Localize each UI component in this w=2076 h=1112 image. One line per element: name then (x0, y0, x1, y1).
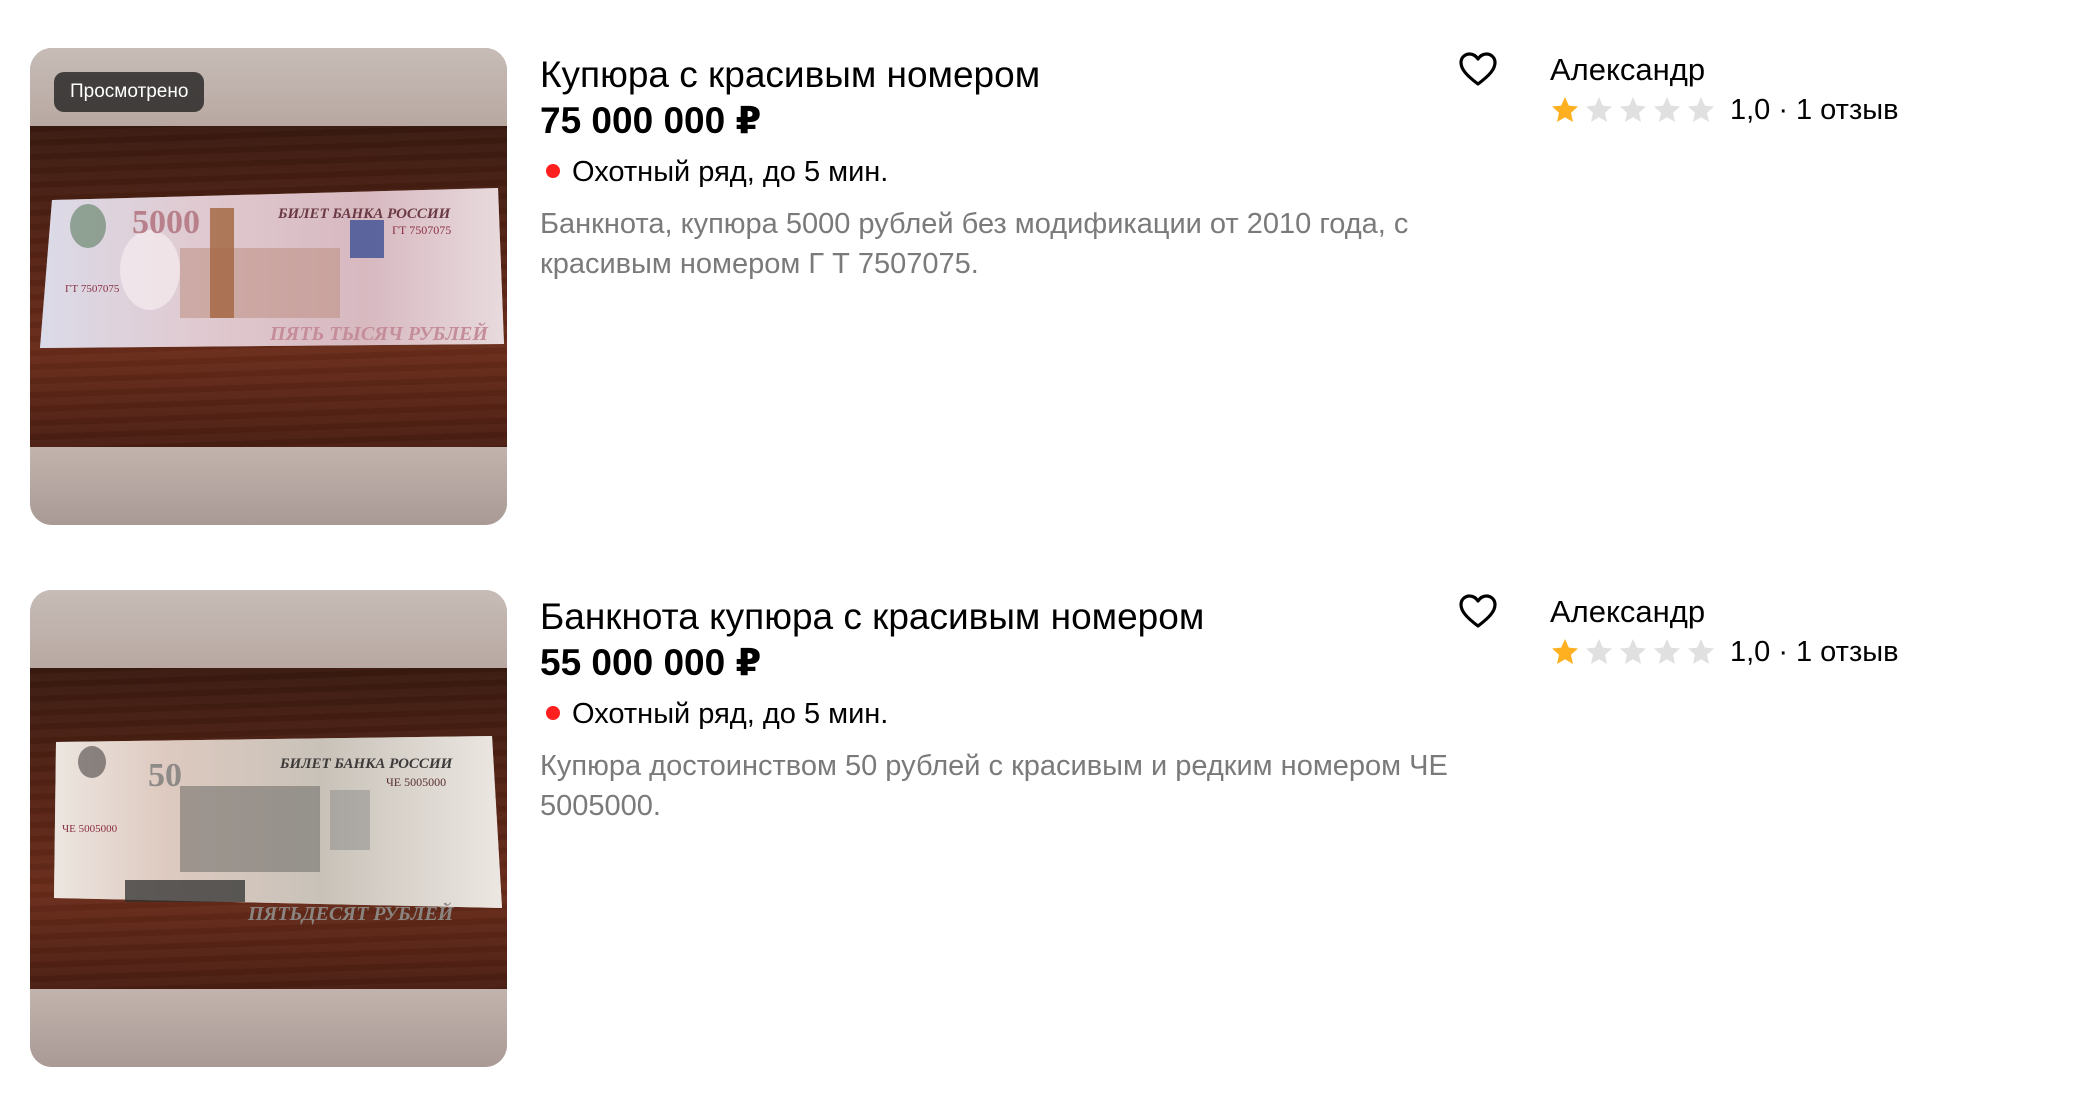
star-icon (1552, 97, 1578, 122)
seller-name[interactable]: Александр (1550, 50, 1705, 90)
serial-right-text: ЧЕ 5005000 (386, 775, 446, 789)
listing-price: 75 000 000 ₽ (540, 100, 762, 141)
listing-description: Банкнота, купюра 5000 рублей без модифик… (540, 208, 1409, 280)
heart-outline-icon[interactable] (1456, 590, 1500, 634)
rating-separator: · (1778, 636, 1788, 668)
listing-title[interactable]: Банкнота купюра с красивым номером (540, 594, 1204, 640)
star-icon (1586, 97, 1612, 122)
bank-title-text: БИЛЕТ БАНКА РОССИИ (279, 756, 454, 772)
serial-right-text: ГТ 7507075 (392, 223, 451, 237)
listing-card[interactable]: 50 БИЛЕТ БАНКА РОССИИ ЧЕ 5005000 ЧЕ 5005… (0, 590, 2076, 1070)
search-results: 5000 БИЛЕТ БАНКА РОССИИ ГТ 7507075 ГТ 75… (0, 0, 2076, 1112)
star-icon (1620, 639, 1646, 664)
listing-description: Купюра достоинством 50 рублей с красивым… (540, 750, 1448, 822)
listing-location: Охотный ряд, до 5 мин. (540, 696, 888, 732)
star-icon (1552, 639, 1578, 664)
star-icon (1688, 97, 1714, 122)
star-icon (1620, 97, 1646, 122)
banknote-image: 5000 БИЛЕТ БАНКА РОССИИ ГТ 7507075 ГТ 75… (40, 188, 504, 348)
location-text: Охотный ряд, до 5 мин. (572, 698, 889, 730)
seller-name[interactable]: Александр (1550, 592, 1705, 632)
banknote-image: 50 БИЛЕТ БАНКА РОССИИ ЧЕ 5005000 ЧЕ 5005… (54, 736, 502, 925)
serial-left-text: ГТ 7507075 (65, 283, 120, 295)
reviews-link[interactable]: 1 отзыв (1796, 90, 1899, 130)
reviews-link[interactable]: 1 отзыв (1796, 632, 1899, 672)
listing-card[interactable]: 5000 БИЛЕТ БАНКА РОССИИ ГТ 7507075 ГТ 75… (0, 48, 2076, 528)
star-icon (1654, 639, 1680, 664)
amount-words-text: ПЯТЬ ТЫСЯЧ РУБЛЕЙ (269, 321, 489, 345)
star-icon (1586, 639, 1612, 664)
listing-photo[interactable]: 50 БИЛЕТ БАНКА РОССИИ ЧЕ 5005000 ЧЕ 5005… (30, 590, 507, 1067)
rating-stars (1550, 95, 1716, 125)
seller-rating[interactable]: 1,0 · 1 отзыв (1550, 90, 1899, 130)
seller-rating[interactable]: 1,0 · 1 отзыв (1550, 632, 1899, 672)
serial-left-text: ЧЕ 5005000 (62, 823, 118, 835)
denomination-text: 50 (148, 757, 182, 794)
location-text: Охотный ряд, до 5 мин. (572, 156, 889, 188)
listing-photo[interactable]: 5000 БИЛЕТ БАНКА РОССИИ ГТ 7507075 ГТ 75… (30, 48, 507, 525)
rating-score: 1,0 (1730, 636, 1771, 668)
star-icon (1688, 639, 1714, 664)
metro-line-dot-icon (546, 164, 560, 178)
viewed-badge: Просмотрено (54, 72, 205, 112)
metro-line-dot-icon (546, 706, 560, 720)
heart-outline-icon[interactable] (1456, 48, 1500, 92)
rating-stars (1550, 637, 1716, 667)
listing-location: Охотный ряд, до 5 мин. (540, 154, 888, 190)
denomination-text: 5000 (132, 204, 200, 241)
star-icon (1654, 97, 1680, 122)
rating-separator: · (1778, 94, 1788, 126)
amount-words-text: ПЯТЬДЕСЯТ РУБЛЕЙ (247, 901, 455, 925)
listing-title[interactable]: Купюра с красивым номером (540, 52, 1040, 98)
listing-price: 55 000 000 ₽ (540, 642, 762, 683)
bank-title-text: БИЛЕТ БАНКА РОССИИ (277, 206, 452, 222)
rating-score: 1,0 (1730, 94, 1771, 126)
